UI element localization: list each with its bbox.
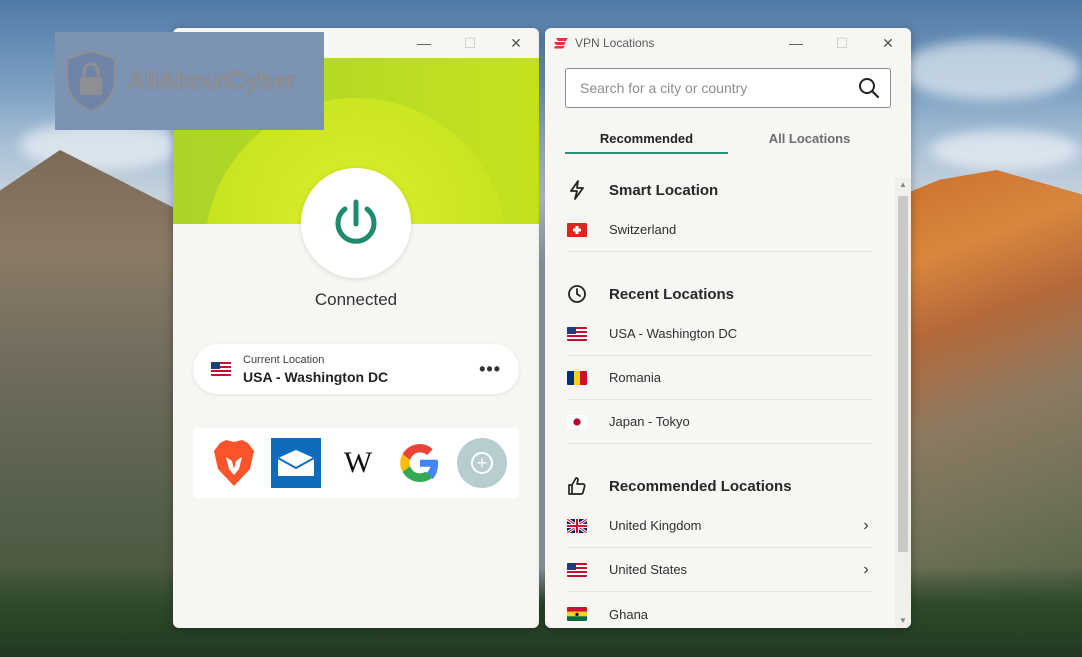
chevron-right-icon[interactable]: › [859, 517, 873, 535]
wikipedia-icon: W [343, 446, 373, 479]
list-item-label: USA - Washington DC [609, 326, 738, 341]
shortcuts-bar: W + [193, 428, 519, 498]
list-item-ghana[interactable]: Ghana [567, 592, 873, 628]
minimize-button[interactable]: — [773, 28, 819, 58]
close-button[interactable]: ✕ [865, 28, 911, 58]
list-item-label: Ghana [609, 606, 649, 622]
connection-status: Connected [314, 290, 398, 309]
clock-icon [567, 284, 587, 304]
list-item-switzerland[interactable]: Switzerland [567, 208, 873, 252]
section-smart-location: Smart Location [567, 180, 718, 200]
watermark-text: AllAboutCyber [127, 66, 296, 95]
locations-tabs: Recommended All Locations [565, 128, 891, 154]
current-location-value: USA - Washington DC [243, 368, 389, 385]
mail-shortcut[interactable] [271, 438, 321, 488]
current-location-label: Current Location [243, 353, 325, 366]
chevron-right-icon[interactable]: › [859, 561, 873, 579]
section-recommended-locations: Recommended Locations [567, 476, 792, 496]
thumbs-up-icon [567, 476, 587, 496]
section-title: Recommended Locations [609, 477, 792, 495]
expressvpn-logo-icon [554, 38, 568, 49]
lock-shield-icon [66, 49, 116, 113]
list-item-japan-tokyo[interactable]: Japan - Tokyo [567, 400, 873, 444]
location-search-input[interactable] [580, 80, 858, 96]
current-location-card[interactable]: Current Location USA - Washington DC ••• [193, 344, 519, 394]
us-flag-icon [567, 562, 587, 577]
locations-scrollbar[interactable]: ▲ ▼ [895, 178, 911, 628]
locations-titlebar: VPN Locations — ☐ ✕ [545, 28, 911, 58]
add-shortcut[interactable]: + [457, 438, 507, 488]
brave-browser-shortcut[interactable] [209, 438, 259, 488]
list-item-label: Switzerland [609, 222, 677, 237]
cloud [930, 130, 1080, 170]
google-icon [400, 444, 438, 482]
section-title: Smart Location [609, 181, 719, 199]
maximize-button: ☐ [463, 34, 477, 51]
close-button[interactable]: ✕ [493, 28, 539, 58]
locations-list: Smart Location Switzerland Recent Locati… [545, 176, 911, 628]
maximize-button: ☐ [835, 34, 849, 51]
lightning-icon [567, 180, 587, 200]
power-icon [335, 199, 377, 244]
list-item-label: United States [609, 562, 688, 577]
location-search-box[interactable] [565, 68, 891, 108]
ro-flag-icon [567, 370, 587, 385]
us-flag-icon [211, 362, 231, 376]
scroll-thumb[interactable] [898, 196, 908, 552]
list-item-usa-washington-dc[interactable]: USA - Washington DC [567, 312, 873, 356]
wikipedia-shortcut[interactable]: W [333, 438, 383, 488]
plus-circle-icon: + [457, 438, 507, 488]
brave-lion-icon [214, 440, 254, 486]
allaboutcyber-watermark: AllAboutCyber [55, 32, 324, 130]
gb-flag-icon [567, 518, 587, 533]
scroll-up-icon[interactable]: ▲ [895, 178, 911, 192]
list-item-united-states[interactable]: United States › [567, 548, 873, 592]
minimize-button[interactable]: — [401, 28, 447, 58]
google-shortcut[interactable] [395, 438, 445, 488]
locations-title: VPN Locations [553, 28, 654, 58]
list-item-united-kingdom[interactable]: United Kingdom › [567, 504, 873, 548]
vpn-locations-window: VPN Locations — ☐ ✕ Recommended All Loca… [545, 28, 911, 628]
section-recent-locations: Recent Locations [567, 284, 734, 304]
list-item-label: Romania [609, 370, 662, 385]
locations-title-text: VPN Locations [575, 36, 655, 50]
tab-recommended[interactable]: Recommended [565, 128, 728, 154]
us-flag-icon [567, 326, 587, 341]
section-title: Recent Locations [609, 285, 735, 303]
gh-flag-icon [567, 607, 587, 621]
search-icon[interactable] [858, 77, 880, 99]
current-location-texts: Current Location USA - Washington DC [243, 354, 479, 385]
list-item-label: Japan - Tokyo [609, 414, 690, 429]
mail-icon [277, 450, 315, 476]
scroll-down-icon[interactable]: ▼ [895, 614, 911, 628]
forest [0, 567, 1082, 657]
list-item-romania[interactable]: Romania [567, 356, 873, 400]
more-options-icon[interactable]: ••• [479, 359, 501, 380]
tab-all-locations[interactable]: All Locations [728, 128, 891, 154]
cloud [900, 40, 1080, 100]
power-button[interactable] [301, 168, 411, 278]
ch-flag-icon [567, 222, 587, 237]
list-item-label: United Kingdom [609, 518, 702, 533]
jp-flag-icon [567, 414, 587, 429]
